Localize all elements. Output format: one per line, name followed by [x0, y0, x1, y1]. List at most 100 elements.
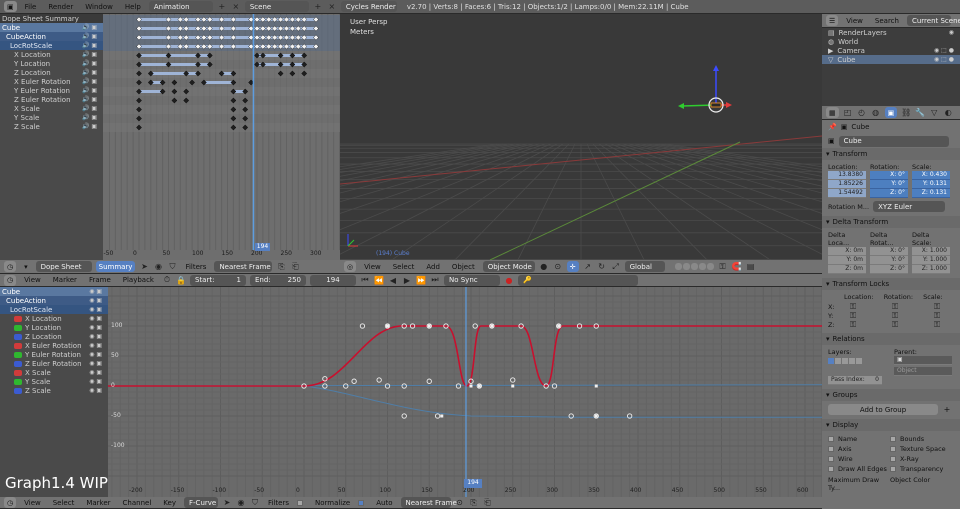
- graph-mode-select[interactable]: F-Curve: [184, 497, 218, 508]
- viewport-select-menu[interactable]: Select: [389, 263, 419, 271]
- layer-cell[interactable]: [835, 358, 841, 364]
- display-axis-option[interactable]: Axis: [828, 444, 890, 454]
- layer-buttons[interactable]: [674, 263, 714, 270]
- ds-channel-z-location[interactable]: Z Location 🔊 ▣: [0, 68, 103, 77]
- editor-type-icon[interactable]: ◷: [4, 274, 17, 286]
- visibility-icon[interactable]: ◉ ⬚ ●: [934, 56, 954, 63]
- viewport-add-menu[interactable]: Add: [422, 263, 444, 271]
- groups-section-header[interactable]: ▾ Groups: [822, 389, 960, 401]
- ds-channel-dope-sheet-summary[interactable]: Dope Sheet Summary: [0, 14, 103, 23]
- delta-rotation-x[interactable]: X: 0°: [870, 247, 908, 256]
- record-icon[interactable]: ●: [504, 275, 514, 285]
- mute-lock-icon[interactable]: ◉ ▣: [89, 351, 102, 358]
- checkbox[interactable]: [890, 456, 896, 462]
- layer-cell[interactable]: [842, 358, 848, 364]
- timeline-view-menu[interactable]: View: [20, 276, 45, 284]
- lock-icon[interactable]: ⚿: [890, 320, 900, 330]
- graph-key-menu[interactable]: Key: [159, 499, 180, 507]
- lock-icon[interactable]: ⚿: [932, 320, 942, 330]
- checkbox[interactable]: [890, 446, 896, 452]
- mute-lock-icon[interactable]: ◉ ▣: [89, 360, 102, 367]
- location-z-field[interactable]: 1.54492: [828, 189, 866, 198]
- preview-range-icon[interactable]: ⏱: [162, 275, 172, 285]
- delta-location-x[interactable]: X: 0m: [828, 247, 866, 256]
- layer-button[interactable]: [698, 263, 706, 270]
- render-engine-select[interactable]: Cycles Render: [340, 1, 397, 12]
- next-key-icon[interactable]: ⏩: [416, 275, 426, 285]
- layer-cell[interactable]: [828, 358, 834, 364]
- pivot-icon[interactable]: ⊙: [455, 498, 465, 508]
- delta-rotation-y[interactable]: Y: 0°: [870, 256, 908, 265]
- scale-icon[interactable]: ⤢: [611, 262, 621, 272]
- paste-icon[interactable]: ⎗: [483, 498, 493, 508]
- graph-marker-menu[interactable]: Marker: [82, 499, 114, 507]
- modifier-tab-icon[interactable]: 🔧: [915, 108, 925, 118]
- jump-end-icon[interactable]: ⏭: [430, 275, 440, 285]
- summary-toggle[interactable]: Summary: [95, 261, 136, 272]
- delta-location-z[interactable]: Z: 0m: [828, 265, 866, 274]
- menu-help[interactable]: Help: [121, 3, 145, 11]
- menu-file[interactable]: File: [21, 3, 41, 11]
- ds-channel-z-euler-rotation[interactable]: Z Euler Rotation 🔊 ▣: [0, 95, 103, 104]
- pass-index-field[interactable]: Pass Index: 0: [828, 376, 882, 385]
- mute-lock-icon[interactable]: 🔊 ▣: [82, 87, 97, 94]
- mute-lock-icon[interactable]: ◉ ▣: [89, 306, 102, 313]
- only-selected-icon[interactable]: ➤: [222, 498, 232, 508]
- editor-type-icon[interactable]: ◎: [344, 261, 357, 272]
- visibility-icon[interactable]: ◉: [949, 29, 954, 36]
- ge-channel-y-euler-rotation[interactable]: Y Euler Rotation ◉ ▣: [0, 350, 108, 359]
- editor-type-icon[interactable]: ▣: [4, 1, 17, 12]
- display-alledges-option[interactable]: Draw All Edges: [828, 464, 890, 474]
- display-transparency-option[interactable]: Transparency: [890, 464, 952, 474]
- scale-x-field[interactable]: X: 0.430: [912, 171, 950, 180]
- manipulator-icon[interactable]: ✛: [566, 261, 579, 272]
- editor-type-icon[interactable]: ◷: [4, 261, 17, 272]
- outliner-display-select[interactable]: Current Scene: [906, 15, 960, 26]
- display-xray-option[interactable]: X-Ray: [890, 454, 952, 464]
- timeline-playback-menu[interactable]: Playback: [119, 276, 158, 284]
- display-wire-option[interactable]: Wire: [828, 454, 890, 464]
- scene-field[interactable]: Scene: [244, 1, 309, 12]
- data-tab-icon[interactable]: ▽: [929, 108, 939, 118]
- filter-icon[interactable]: ⛉: [167, 262, 177, 272]
- timeline-marker-menu[interactable]: Marker: [49, 276, 81, 284]
- layer-cell[interactable]: [849, 358, 855, 364]
- visibility-icon[interactable]: ◉ ⬚ ●: [934, 47, 954, 54]
- mute-lock-icon[interactable]: ◉ ▣: [89, 378, 102, 385]
- scale-z-field[interactable]: Z: 0.131: [912, 189, 950, 198]
- checkbox[interactable]: [890, 436, 896, 442]
- ds-channel-y-scale[interactable]: Y Scale 🔊 ▣: [0, 113, 103, 122]
- jump-start-icon[interactable]: ⏮: [360, 275, 370, 285]
- ge-channel-y-scale[interactable]: Y Scale ◉ ▣: [0, 377, 108, 386]
- delta-scale-y[interactable]: Y: 1.000: [912, 256, 950, 265]
- ds-channel-y-location[interactable]: Y Location 🔊 ▣: [0, 59, 103, 68]
- object-name-field[interactable]: Cube: [838, 135, 949, 147]
- add-icon[interactable]: +: [217, 2, 227, 12]
- menu-window[interactable]: Window: [81, 3, 117, 11]
- dopesheet-mode-select[interactable]: Dope Sheet: [35, 261, 92, 272]
- keying-set-field[interactable]: 🔑: [517, 274, 638, 286]
- normalize-checkbox[interactable]: [296, 499, 303, 506]
- parent-field[interactable]: ▣: [894, 356, 952, 365]
- object-mode-select[interactable]: Object Mode: [482, 261, 535, 272]
- rotate-icon[interactable]: ↻: [597, 262, 607, 272]
- ghost-icon[interactable]: ◉: [236, 498, 246, 508]
- prev-key-icon[interactable]: ⏪: [374, 275, 384, 285]
- ge-channel-x-euler-rotation[interactable]: X Euler Rotation ◉ ▣: [0, 341, 108, 350]
- transform-section-header[interactable]: ▾ Transform: [822, 148, 960, 160]
- ds-channel-x-location[interactable]: X Location 🔊 ▣: [0, 50, 103, 59]
- mute-lock-icon[interactable]: 🔊 ▣: [82, 69, 97, 76]
- transform-locks-section-header[interactable]: ▾ Transform Locks: [822, 278, 960, 290]
- material-tab-icon[interactable]: ◐: [943, 108, 953, 118]
- mute-lock-icon[interactable]: ◉ ▣: [89, 288, 102, 295]
- graph-channel-menu[interactable]: Channel: [119, 499, 156, 507]
- current-frame-field[interactable]: 194: [309, 274, 356, 286]
- outliner-tab-search[interactable]: Search: [871, 17, 903, 25]
- ds-channel-x-scale[interactable]: X Scale 🔊 ▣: [0, 104, 103, 113]
- copy-icon[interactable]: ⎘: [276, 262, 286, 272]
- mute-lock-icon[interactable]: 🔊 ▣: [82, 96, 97, 103]
- editor-type-icon[interactable]: ▦: [826, 107, 839, 118]
- layer-button[interactable]: [706, 263, 714, 270]
- editor-type-icon[interactable]: ☰: [826, 15, 839, 26]
- checkbox[interactable]: [828, 466, 834, 472]
